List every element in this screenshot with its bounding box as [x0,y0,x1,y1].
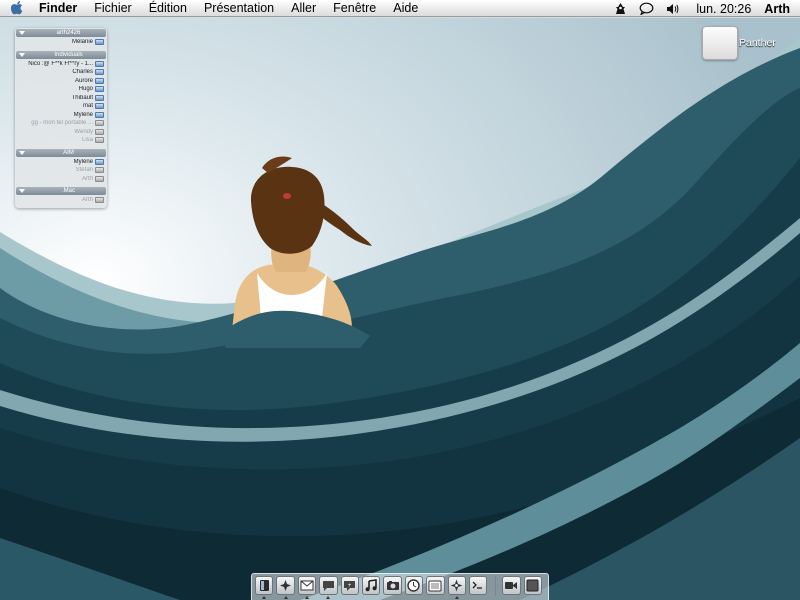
panther-disk-icon[interactable] [702,26,738,60]
chat-bubble-icon [95,128,104,135]
buddy-name: Mylène [73,158,93,165]
buddy-group-name: .Mac [61,188,75,194]
chat-bubble-icon [95,69,104,76]
buddy-name: Charles [72,69,93,76]
menu-user[interactable]: Arth [764,2,790,16]
buddy-name: Lisa [81,137,93,144]
running-indicator [304,596,309,599]
ichat-icon[interactable] [319,576,338,599]
running-indicator [262,596,267,599]
buddy-row[interactable]: gg - mon tel portable ... [15,119,107,128]
buddy-row[interactable]: Mélanie [15,38,107,47]
disclosure-triangle-icon[interactable] [19,150,25,155]
buddy-group-header[interactable]: Individuals [16,50,106,59]
chat-bubble-icon [95,137,104,144]
svg-text:+: + [348,583,352,589]
buddy-row[interactable]: mat [15,102,107,111]
chat-bubble-icon [95,39,104,46]
buddy-row[interactable]: Wendy [15,128,107,137]
ichat-bubble-icon[interactable]: + [340,576,359,595]
dock: + [251,573,549,600]
buddy-name: Mélanie [71,39,93,46]
buddy-row[interactable]: Mylène [15,158,107,167]
menu-fichier[interactable]: Fichier [94,1,132,15]
buddy-name: Thibault [71,94,93,101]
panther-disk-label[interactable]: Panther [739,37,776,49]
clock-icon[interactable] [404,576,424,595]
buddy-row[interactable]: Nico :@ F**k Ff**ry - 1... [15,60,107,69]
chat-bubble-icon [95,167,104,174]
menu-fenetre[interactable]: Fenêtre [333,1,376,15]
finder-icon[interactable] [255,576,274,599]
buddy-group-header[interactable]: .Mac [16,187,106,195]
dock-separator [495,576,497,596]
chat-bubble-icon [95,158,104,165]
buddy-list-window[interactable]: arth2426 Mélanie Individuals Nico :@ F**… [15,28,107,208]
network-icon[interactable] [276,576,295,599]
buddy-name: Nico :@ F**k Ff**ry - 1... [28,60,93,67]
buddy-group-name: arth2426 [56,30,81,36]
buddy-name: Stefan [75,167,93,174]
buddy-row[interactable]: Lisa [15,136,107,145]
disclosure-triangle-icon[interactable] [19,31,25,35]
buddy-group-header[interactable]: AIM [16,148,106,157]
volume-icon[interactable] [666,3,680,15]
buddy-row[interactable]: Arth [15,175,107,184]
chat-bubble-icon [95,77,104,84]
buddy-group-name: AIM [63,149,74,156]
chat-bubble-icon [95,120,104,127]
menu-aide[interactable]: Aide [393,1,418,15]
chat-bubble-icon [95,103,104,110]
running-indicator [283,596,288,599]
disclosure-triangle-icon[interactable] [19,189,25,193]
buddy-row[interactable]: Arth [15,196,107,205]
buddy-row[interactable]: Mylène [15,111,107,120]
apple-menu-icon[interactable] [9,0,25,16]
running-indicator [326,596,331,599]
buddy-name: Mylène [73,111,93,118]
buddy-row[interactable]: Hugo [15,85,107,94]
menu-bar: Finder Fichier Édition Présentation Alle… [0,0,800,17]
iphoto-icon[interactable] [383,576,402,595]
disclosure-triangle-icon[interactable] [19,52,25,57]
preview-icon[interactable] [426,576,445,595]
menu-presentation[interactable]: Présentation [204,1,274,15]
safari-icon[interactable] [447,576,466,599]
menu-edition[interactable]: Édition [149,1,187,15]
itunes-icon[interactable] [361,576,381,595]
running-indicator [454,596,459,599]
buddy-row[interactable]: Thibault [15,94,107,103]
chat-bubble-icon [95,86,104,93]
mail-icon[interactable] [297,576,317,599]
ichat-status-icon[interactable] [639,2,654,15]
menu-aller[interactable]: Aller [291,1,316,15]
menu-finder[interactable]: Finder [39,1,77,15]
terminal-icon[interactable] [468,576,488,595]
desktop-wallpaper [0,18,800,600]
window-icon[interactable] [523,576,543,595]
chat-bubble-icon [95,94,104,101]
buddy-name: Arth [81,197,93,204]
buddy-row[interactable]: Aurore [15,77,107,86]
buddy-name: gg - mon tel portable ... [31,120,93,127]
chat-bubble-icon [95,175,104,182]
buddy-name: mat [82,103,93,110]
buddy-name: Wendy [74,128,93,135]
chat-bubble-icon [95,197,104,204]
buddy-group-name: Individuals [54,51,83,58]
buddy-name: Arth [81,175,93,182]
script-menu-icon[interactable] [614,2,627,15]
buddy-row[interactable]: Stefan [15,166,107,175]
buddy-name: Hugo [78,86,93,93]
chat-bubble-icon [95,60,104,67]
chat-bubble-icon [95,111,104,118]
buddy-group-header[interactable]: arth2426 [16,29,106,37]
menu-clock[interactable]: lun. 20:26 [696,2,751,16]
buddy-name: Aurore [74,77,93,84]
ichat-av-icon[interactable] [502,576,521,595]
buddy-row[interactable]: Charles [15,68,107,77]
